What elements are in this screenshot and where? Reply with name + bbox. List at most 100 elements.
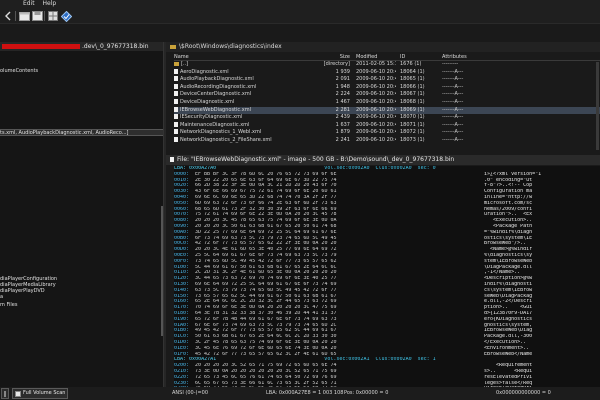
file-row[interactable]: DeviceDiagnostic.xml 1 467 2009-06-10 20:4… xyxy=(174,98,600,107)
file-name: IESecurityDiagnostic.xml xyxy=(180,114,243,121)
file-attributes: -------A--- xyxy=(442,129,464,136)
file-modified: 2009-06-10 20:48 xyxy=(356,68,396,75)
tree-item[interactable]: a xyxy=(0,294,3,300)
file-size: 1 879 xyxy=(335,129,350,136)
tree-item[interactable]: diaPlayerPlayDVD xyxy=(0,288,45,294)
column-id[interactable]: ID xyxy=(398,53,440,61)
tree-item-selected[interactable]: ts.xml, AudioPlaybackDiagnostic.xml, Aud… xyxy=(0,129,163,136)
shield-icon[interactable] xyxy=(60,10,72,22)
file-icon xyxy=(174,76,178,82)
file-list: Name Size Modified ID Attributes [..] [di… xyxy=(174,53,600,155)
file-name: AeroDiagnostic.xml xyxy=(180,68,229,75)
file-attributes: -------A--- xyxy=(442,91,464,98)
status-lba: LBA: 0x000A27E8 = 1 003 108 xyxy=(266,390,344,396)
file-attributes: -------A--- xyxy=(442,114,464,121)
file-name-cell: NetworkDiagnostics_2_FileShare.xml xyxy=(174,136,310,145)
file-row[interactable]: IEBrowseWebDiagnostic.xml 2 281 2009-06-10… xyxy=(174,106,600,115)
left-path-bar: .dev\_0_97677318.bin xyxy=(0,42,163,51)
save-icon[interactable] xyxy=(31,10,43,22)
grid-icon[interactable] xyxy=(47,10,59,22)
menu-edit[interactable]: Edit xyxy=(20,0,38,7)
file-id: 18068 (1) xyxy=(400,98,425,105)
menu-help[interactable]: Help xyxy=(40,0,60,7)
panel-splitter[interactable] xyxy=(163,42,166,387)
file-name-cell: IEBrowseWebDiagnostic.xml xyxy=(174,106,310,115)
file-attributes: -------A--- xyxy=(442,98,464,105)
file-modified: 2009-06-10 20:48 xyxy=(356,76,396,83)
redacted-block xyxy=(2,44,80,49)
file-id: 1676 (1) xyxy=(400,61,422,67)
file-attributes: --------- xyxy=(442,61,459,67)
toolbar-separator xyxy=(15,11,16,21)
status-ansi: ANSI (00-)=00 xyxy=(172,390,209,396)
file-size: 2 091 xyxy=(335,76,350,83)
right-path-text: \$Root\Windows\diagnostics\index xyxy=(179,43,282,50)
file-modified: 2009-06-10 20:48 xyxy=(356,114,396,121)
file-id: 18067 (1) xyxy=(400,91,425,98)
file-modified: 2009-06-10 20:48 xyxy=(356,98,396,105)
column-attributes[interactable]: Attributes xyxy=(440,53,510,61)
file-modified: 2009-06-10 20:48 xyxy=(356,106,396,113)
file-name-cell: DeviceCenterDiagnostic.xml xyxy=(174,91,310,99)
file-row[interactable]: [..] [directory] 2011-02-05 15:15 1676 (1) -… xyxy=(174,61,600,69)
file-icon xyxy=(174,98,178,104)
file-name: AudioPlaybackDiagnostic.xml xyxy=(180,76,254,83)
file-size: 1 637 xyxy=(335,121,350,128)
file-size: 1 467 xyxy=(335,98,350,105)
file-row[interactable]: AeroDiagnostic.xml 1 939 2009-06-10 20:48 1… xyxy=(174,68,600,77)
file-attributes: -------A--- xyxy=(442,121,464,128)
file-icon xyxy=(174,121,178,127)
file-name: DeviceCenterDiagnostic.xml xyxy=(180,91,252,98)
file-size: 2 224 xyxy=(335,91,350,98)
file-id: 18070 (1) xyxy=(400,114,425,121)
file-name: AudioRecordingDiagnostic.xml xyxy=(180,83,257,90)
file-name-cell: MaintenanceDiagnostic.xml xyxy=(174,121,310,130)
hex-view[interactable]: LBA: 0x00A27A0 vol.sec:0x002A0 Clus:0x00… xyxy=(174,166,600,391)
stop-button[interactable] xyxy=(1,388,9,399)
scan-icon xyxy=(15,390,21,397)
file-modified: 2009-06-10 20:48 xyxy=(356,136,396,143)
file-name: [..] xyxy=(181,61,189,67)
status-selection: 0x000000000000 = 0 xyxy=(496,390,551,396)
hex-view-title: File: "IEBrowseWebDiagnostic.xml" - imag… xyxy=(166,155,600,165)
file-name: DeviceDiagnostic.xml xyxy=(180,98,235,105)
file-attributes: -------A--- xyxy=(442,83,464,90)
file-icon xyxy=(170,157,174,162)
file-icon xyxy=(174,114,178,120)
status-bar: ANSI (00-)=00 LBA: 0x000A27E8 = 1 003 10… xyxy=(166,387,600,400)
file-modified: 2009-06-10 20:48 xyxy=(356,91,396,98)
file-size: 1 939 xyxy=(335,68,350,75)
file-row[interactable]: IESecurityDiagnostic.xml 2 439 2009-06-10 … xyxy=(174,114,600,122)
file-name-cell: NetworkDiagnostics_1_WebI.xml xyxy=(174,129,310,137)
column-size[interactable]: Size xyxy=(310,53,350,61)
right-path-bar: \$Root\Windows\diagnostics\index xyxy=(166,42,600,52)
column-modified[interactable]: Modified xyxy=(354,53,396,61)
toolbar xyxy=(0,8,600,24)
file-row[interactable]: NetworkDiagnostics_1_WebI.xml 1 879 2009-0… xyxy=(174,129,600,137)
file-row[interactable]: MaintenanceDiagnostic.xml 1 637 2009-06-10… xyxy=(174,121,600,130)
file-attributes: -------A--- xyxy=(442,76,464,83)
file-modified: 2009-06-10 20:48 xyxy=(356,83,396,90)
file-id: 18072 (1) xyxy=(400,129,425,136)
file-size: 2 241 xyxy=(335,136,350,143)
file-row[interactable]: DeviceCenterDiagnostic.xml 2 224 2009-06-1… xyxy=(174,91,600,99)
open-icon[interactable] xyxy=(18,10,30,22)
file-name-cell: AudioPlaybackDiagnostic.xml xyxy=(174,76,310,84)
file-icon xyxy=(174,91,178,97)
file-row[interactable]: AudioPlaybackDiagnostic.xml 2 091 2009-06-… xyxy=(174,76,600,84)
volume-tree: olumeContents ts.xml, AudioPlaybackDiagn… xyxy=(0,51,163,387)
app-window: Edit Help .dev\_0_97677318.bin olumeCont… xyxy=(0,0,600,400)
tree-item[interactable]: m Files xyxy=(0,302,17,308)
tree-item[interactable]: olumeContents xyxy=(0,68,38,74)
file-row[interactable]: NetworkDiagnostics_2_FileShare.xml 2 241 2… xyxy=(174,136,600,145)
file-size: 2 439 xyxy=(335,114,350,121)
column-name[interactable]: Name xyxy=(174,53,310,61)
back-icon[interactable] xyxy=(2,10,14,22)
file-list-scrollbar[interactable] xyxy=(596,62,599,150)
file-icon xyxy=(174,136,178,142)
hex-view-title-text: File: "IEBrowseWebDiagnostic.xml" - imag… xyxy=(177,156,455,163)
file-row[interactable]: AudioRecordingDiagnostic.xml 1 948 2009-06… xyxy=(174,83,600,92)
full-volume-scan-button[interactable]: Full Volume Scan xyxy=(12,388,69,399)
file-name-cell: AudioRecordingDiagnostic.xml xyxy=(174,83,310,92)
file-name-cell: AeroDiagnostic.xml xyxy=(174,68,310,77)
